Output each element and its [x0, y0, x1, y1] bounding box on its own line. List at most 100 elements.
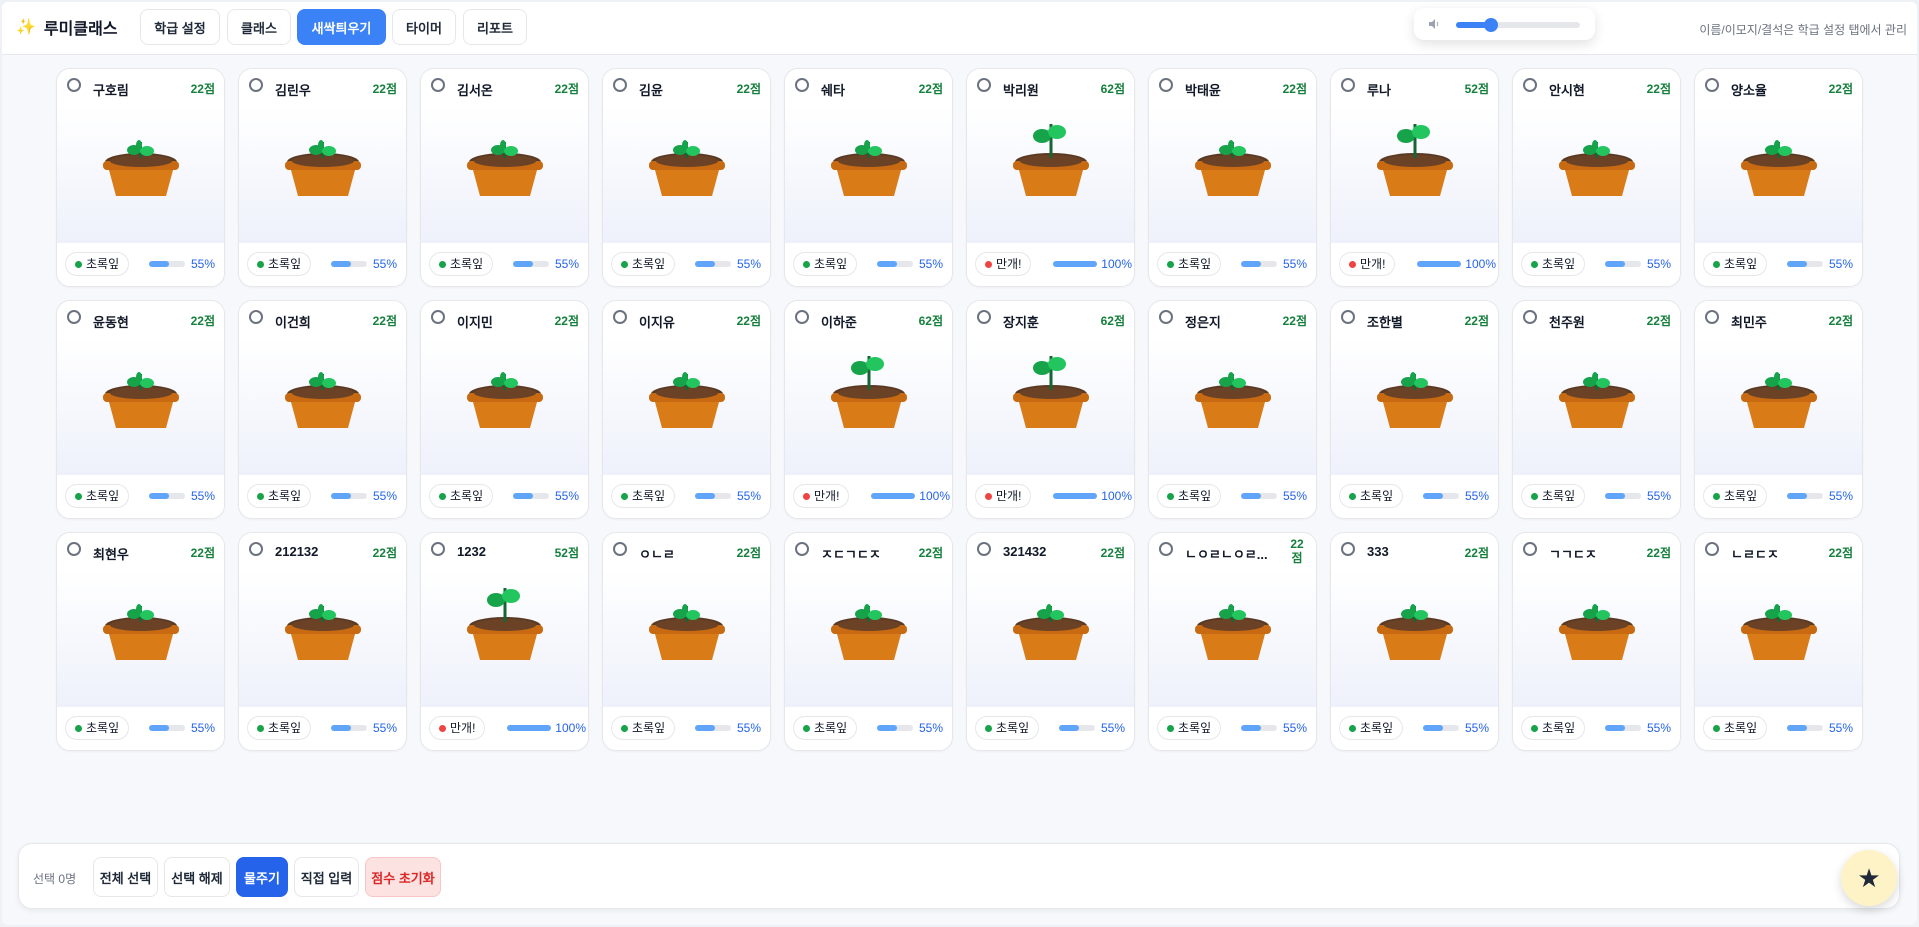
growth-bar-fill — [513, 493, 533, 499]
direct-input-button[interactable]: 직접 입력 — [294, 857, 359, 897]
water-button[interactable]: 물주기 — [236, 857, 288, 897]
card-footer: 초록잎 55% — [239, 707, 406, 750]
tab-class[interactable]: 클래스 — [227, 9, 291, 45]
select-checkbox[interactable] — [67, 310, 81, 324]
tab-timer[interactable]: 타이머 — [392, 9, 456, 45]
growth-bar — [1605, 261, 1641, 267]
student-card[interactable]: 333 22점 초록잎 55% — [1330, 532, 1499, 751]
select-checkbox[interactable] — [1159, 78, 1173, 92]
volume-thumb[interactable] — [1483, 18, 1498, 32]
reset-scores-button[interactable]: 점수 초기화 — [365, 857, 441, 897]
growth-percent: 55% — [190, 489, 215, 503]
student-card[interactable]: 양소율 22점 초록잎 55% — [1694, 68, 1863, 287]
growth-bar — [1053, 493, 1097, 499]
growth-bar — [1787, 725, 1823, 731]
student-card[interactable]: 루나 52점 만개! 100% — [1330, 68, 1499, 287]
student-card[interactable]: 212132 22점 초록잎 55% — [238, 532, 407, 751]
student-card[interactable]: ㄱㄱㄷㅈ 22점 초록잎 55% — [1512, 532, 1681, 751]
deselect-button[interactable]: 선택 해제 — [164, 857, 230, 897]
select-checkbox[interactable] — [613, 542, 627, 556]
student-card[interactable]: 1232 52점 만개! 100% — [420, 532, 589, 751]
select-checkbox[interactable] — [67, 542, 81, 556]
select-checkbox[interactable] — [1159, 310, 1173, 324]
tab-class-settings[interactable]: 학급 설정 — [140, 9, 220, 45]
select-checkbox[interactable] — [431, 310, 445, 324]
student-score: 22점 — [736, 314, 761, 328]
student-name: 김서온 — [457, 83, 493, 98]
student-card[interactable]: 윤동현 22점 초록잎 55% — [56, 300, 225, 519]
select-checkbox[interactable] — [795, 542, 809, 556]
select-checkbox[interactable] — [613, 78, 627, 92]
student-card[interactable]: ㅈㄷㄱㄷㅈ 22점 초록잎 55% — [784, 532, 953, 751]
student-card[interactable]: 이지유 22점 초록잎 55% — [602, 300, 771, 519]
student-card[interactable]: 321432 22점 초록잎 55% — [966, 532, 1135, 751]
student-card[interactable]: 쉐타 22점 초록잎 55% — [784, 68, 953, 287]
select-checkbox[interactable] — [1341, 542, 1355, 556]
select-checkbox[interactable] — [249, 310, 263, 324]
select-checkbox[interactable] — [1705, 542, 1719, 556]
sprout-pot-icon — [1013, 604, 1089, 660]
student-card[interactable]: 정은지 22점 초록잎 55% — [1148, 300, 1317, 519]
select-checkbox[interactable] — [977, 78, 991, 92]
student-card[interactable]: 김서온 22점 초록잎 55% — [420, 68, 589, 287]
card-header: 이건희 22점 — [239, 301, 406, 339]
select-checkbox[interactable] — [1523, 78, 1537, 92]
select-all-button[interactable]: 전체 선택 — [93, 857, 158, 897]
select-checkbox[interactable] — [67, 78, 81, 92]
tab-sprout[interactable]: 새싹틔우기 — [297, 9, 386, 45]
stage-badge: 초록잎 — [247, 252, 312, 276]
student-card[interactable]: 최현우 22점 초록잎 55% — [56, 532, 225, 751]
growth-percent: 55% — [554, 489, 579, 503]
stage-dot — [257, 725, 264, 732]
select-checkbox[interactable] — [431, 542, 445, 556]
select-checkbox[interactable] — [977, 542, 991, 556]
student-card[interactable]: 이지민 22점 초록잎 55% — [420, 300, 589, 519]
select-checkbox[interactable] — [249, 78, 263, 92]
select-checkbox[interactable] — [795, 310, 809, 324]
student-card[interactable]: 박리원 62점 만개! 100% — [966, 68, 1135, 287]
card-header: 조한별 22점 — [1331, 301, 1498, 339]
plant-area — [239, 570, 406, 707]
select-checkbox[interactable] — [613, 310, 627, 324]
select-checkbox[interactable] — [1523, 310, 1537, 324]
student-card[interactable]: 박태윤 22점 초록잎 55% — [1148, 68, 1317, 287]
growth-bar — [149, 493, 185, 499]
volume-slider[interactable] — [1456, 18, 1580, 32]
select-checkbox[interactable] — [1705, 310, 1719, 324]
sprout-pot-icon — [285, 372, 361, 428]
student-card[interactable]: 구호림 22점 초록잎 55% — [56, 68, 225, 287]
student-card[interactable]: ㅇㄴㄹ 22점 초록잎 55% — [602, 532, 771, 751]
speaker-icon[interactable] — [1428, 18, 1440, 30]
student-card[interactable]: 이건희 22점 초록잎 55% — [238, 300, 407, 519]
select-checkbox[interactable] — [1705, 78, 1719, 92]
student-card[interactable]: 이하준 62점 만개! 100% — [784, 300, 953, 519]
select-checkbox[interactable] — [1523, 542, 1537, 556]
plant-area — [603, 106, 770, 243]
tab-report[interactable]: 리포트 — [463, 9, 527, 45]
student-card[interactable]: 최민주 22점 초록잎 55% — [1694, 300, 1863, 519]
student-card[interactable]: ㄴㅇㄹㄴㅇㄹ... 22점 초록잎 55% — [1148, 532, 1317, 751]
star-icon[interactable]: ★ — [1841, 850, 1897, 906]
student-score: 22점 — [1464, 546, 1489, 560]
growth-bar — [695, 261, 731, 267]
flower-pot-icon — [1377, 124, 1453, 196]
select-checkbox[interactable] — [431, 78, 445, 92]
select-checkbox[interactable] — [249, 542, 263, 556]
select-checkbox[interactable] — [1159, 542, 1173, 556]
student-card[interactable]: 천주원 22점 초록잎 55% — [1512, 300, 1681, 519]
select-checkbox[interactable] — [977, 310, 991, 324]
student-score: 22점 — [736, 546, 761, 560]
card-footer: 초록잎 55% — [1513, 475, 1680, 518]
student-card[interactable]: 조한별 22점 초록잎 55% — [1330, 300, 1499, 519]
student-card[interactable]: 김윤 22점 초록잎 55% — [602, 68, 771, 287]
select-checkbox[interactable] — [1341, 78, 1355, 92]
student-score: 62점 — [1100, 82, 1125, 96]
select-checkbox[interactable] — [795, 78, 809, 92]
stage-label: 초록잎 — [1724, 257, 1758, 271]
student-card[interactable]: 안시현 22점 초록잎 55% — [1512, 68, 1681, 287]
student-card[interactable]: ㄴㄹㄷㅈ 22점 초록잎 55% — [1694, 532, 1863, 751]
select-checkbox[interactable] — [1341, 310, 1355, 324]
student-card[interactable]: 장지훈 62점 만개! 100% — [966, 300, 1135, 519]
student-card[interactable]: 김린우 22점 초록잎 55% — [238, 68, 407, 287]
growth-bar-fill — [1605, 493, 1625, 499]
